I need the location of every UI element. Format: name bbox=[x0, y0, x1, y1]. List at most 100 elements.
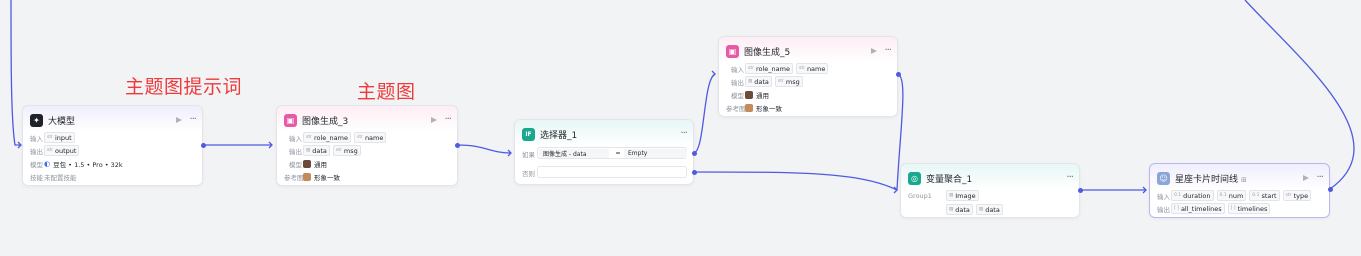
input-tag: 0.1 num bbox=[1216, 190, 1247, 201]
img3-output-port[interactable] bbox=[455, 143, 460, 148]
string-type-icon: str bbox=[306, 135, 312, 140]
output-tag: ▨ data bbox=[303, 145, 330, 156]
output-tag: [ ] timelines bbox=[1227, 203, 1271, 214]
plugin-badge-icon: ⊞ bbox=[1241, 175, 1247, 184]
more-icon[interactable]: ··· bbox=[189, 115, 196, 125]
model-thumb-icon bbox=[745, 90, 753, 99]
if-icon: IF bbox=[522, 127, 535, 141]
more-icon[interactable]: ··· bbox=[884, 46, 891, 56]
node-image-gen-3[interactable]: ▣ 图像生成_3 ··· 输入 str role_name str name 输出 … bbox=[276, 105, 458, 186]
string-type-icon: str bbox=[748, 66, 754, 71]
plugin-avatar-icon: ☺ bbox=[1157, 171, 1170, 185]
input-tag: str type bbox=[1282, 190, 1312, 201]
model-label: 模型 bbox=[289, 160, 302, 169]
edge-selector-else-to-agg bbox=[693, 171, 898, 191]
condition-box[interactable]: 图像生成 - data = Empty bbox=[537, 147, 687, 159]
string-type-icon: str bbox=[47, 135, 53, 140]
output-tag: str output bbox=[44, 145, 80, 156]
selector-if-port[interactable] bbox=[692, 151, 697, 156]
string-type-icon: str bbox=[47, 148, 53, 153]
number-type-icon: 0.1 bbox=[1219, 193, 1227, 198]
edge-incoming-llm bbox=[10, 0, 21, 146]
agg-output-port[interactable] bbox=[1078, 188, 1083, 193]
else-label: 否则 bbox=[522, 169, 535, 178]
output-label: 输出 bbox=[731, 78, 744, 87]
string-type-icon: str bbox=[356, 135, 363, 140]
skill-value: 未配置技能 bbox=[44, 173, 77, 182]
input-tag: str name bbox=[353, 132, 387, 143]
input-tag: str input bbox=[44, 132, 75, 143]
input-tag: 0.1 start bbox=[1249, 190, 1280, 201]
node-title: 星座卡片时间线 ⊞ bbox=[1175, 174, 1247, 185]
output-tag: ▨ data bbox=[745, 76, 772, 87]
ref-thumb-icon bbox=[745, 103, 753, 112]
run-icon[interactable] bbox=[431, 117, 438, 123]
model-label: 模型 bbox=[30, 160, 43, 169]
doubao-icon: ◐ bbox=[44, 159, 51, 168]
edge-img3-to-selector bbox=[457, 144, 512, 154]
aggregate-icon: ◎ bbox=[908, 171, 921, 185]
image-type-icon: ▨ bbox=[748, 79, 753, 84]
image-gen-icon: ▣ bbox=[726, 44, 739, 58]
node-title: 选择器_1 bbox=[540, 130, 578, 141]
node-title: 图像生成_5 bbox=[744, 47, 791, 58]
input-tag: str role_name bbox=[303, 132, 351, 143]
array-type-icon: [ ] bbox=[1230, 206, 1236, 211]
image-type-icon: ▨ bbox=[306, 148, 311, 153]
right-operand: Empty bbox=[624, 149, 687, 158]
if-label: 如果 bbox=[522, 150, 535, 159]
model-value: 豆包 • 1.5 • Pro • 32k bbox=[53, 160, 123, 169]
node-title: 图像生成_3 bbox=[302, 116, 349, 127]
group-var-tag: ▨ Image bbox=[946, 190, 979, 201]
string-type-icon: str bbox=[335, 148, 342, 153]
output-label: 输出 bbox=[30, 147, 43, 156]
arrowhead-img5 bbox=[711, 70, 716, 78]
image-type-icon: ▨ bbox=[949, 193, 954, 198]
ref-label: 参考图 bbox=[284, 173, 304, 182]
ref-thumb-icon bbox=[303, 172, 311, 181]
node-variable-aggregate[interactable]: ◎ 变量聚合_1 ··· Group1 ▨ Image ▨ data ▨ data bbox=[900, 163, 1080, 218]
model-value: 通用 bbox=[756, 91, 769, 100]
more-icon[interactable]: ··· bbox=[444, 115, 451, 125]
ref-value: 形象一致 bbox=[314, 173, 340, 182]
selector-else-port[interactable] bbox=[692, 170, 697, 175]
node-title: 大模型 bbox=[48, 116, 76, 127]
output-tag: str msg bbox=[774, 76, 803, 87]
var-tag: ▨ data bbox=[946, 204, 973, 215]
img5-output-port[interactable] bbox=[896, 72, 901, 77]
skill-label: 技能 bbox=[30, 173, 43, 182]
input-label: 输入 bbox=[1157, 192, 1170, 201]
workflow-canvas[interactable]: 主题图提示词 主题图 ✦ 大模型 ··· 输入 str input 输出 str o… bbox=[0, 0, 1361, 256]
ref-label: 参考图 bbox=[726, 104, 746, 113]
node-selector[interactable]: IF 选择器_1 ··· 如果 图像生成 - data = Empty 否则 bbox=[514, 119, 694, 185]
string-type-icon: str bbox=[777, 79, 784, 84]
more-icon[interactable]: ··· bbox=[680, 129, 687, 139]
timeline-output-port[interactable] bbox=[1328, 187, 1333, 192]
model-label: 模型 bbox=[731, 91, 744, 100]
array-type-icon: [ ] bbox=[1174, 206, 1179, 211]
image-type-icon: ▨ bbox=[949, 207, 954, 212]
node-llm[interactable]: ✦ 大模型 ··· 输入 str input 输出 str output 模型 ◐ … bbox=[22, 105, 203, 186]
left-operand: 图像生成 - data bbox=[539, 149, 609, 158]
more-icon[interactable]: ··· bbox=[1066, 173, 1073, 183]
node-image-gen-5[interactable]: ▣ 图像生成_5 ··· 输入 str role_name str name 输出 … bbox=[718, 36, 898, 117]
node-timeline-plugin[interactable]: ☺ 星座卡片时间线 ⊞ ··· 输入 0.1 duration 0.1 num 0.1… bbox=[1149, 163, 1330, 218]
run-icon[interactable] bbox=[1303, 175, 1310, 181]
edge-selector-if-to-img5 bbox=[693, 73, 716, 154]
number-type-icon: 0.1 bbox=[1174, 193, 1182, 198]
ref-value: 形象一致 bbox=[756, 104, 782, 113]
output-label: 输出 bbox=[289, 147, 302, 156]
number-type-icon: 0.1 bbox=[1252, 193, 1260, 198]
input-tag: 0.1 duration bbox=[1171, 190, 1214, 201]
run-icon[interactable] bbox=[176, 117, 183, 123]
llm-output-port[interactable] bbox=[201, 143, 206, 148]
more-icon[interactable]: ··· bbox=[1316, 173, 1323, 183]
llm-icon: ✦ bbox=[30, 113, 43, 127]
run-icon[interactable] bbox=[871, 48, 878, 54]
image-type-icon: ▨ bbox=[978, 207, 984, 212]
input-tag: str name bbox=[795, 63, 829, 74]
annotation-prompt: 主题图提示词 bbox=[125, 76, 243, 98]
annotation-image: 主题图 bbox=[357, 81, 416, 103]
input-label: 输入 bbox=[30, 134, 43, 143]
model-value: 通用 bbox=[314, 160, 327, 169]
